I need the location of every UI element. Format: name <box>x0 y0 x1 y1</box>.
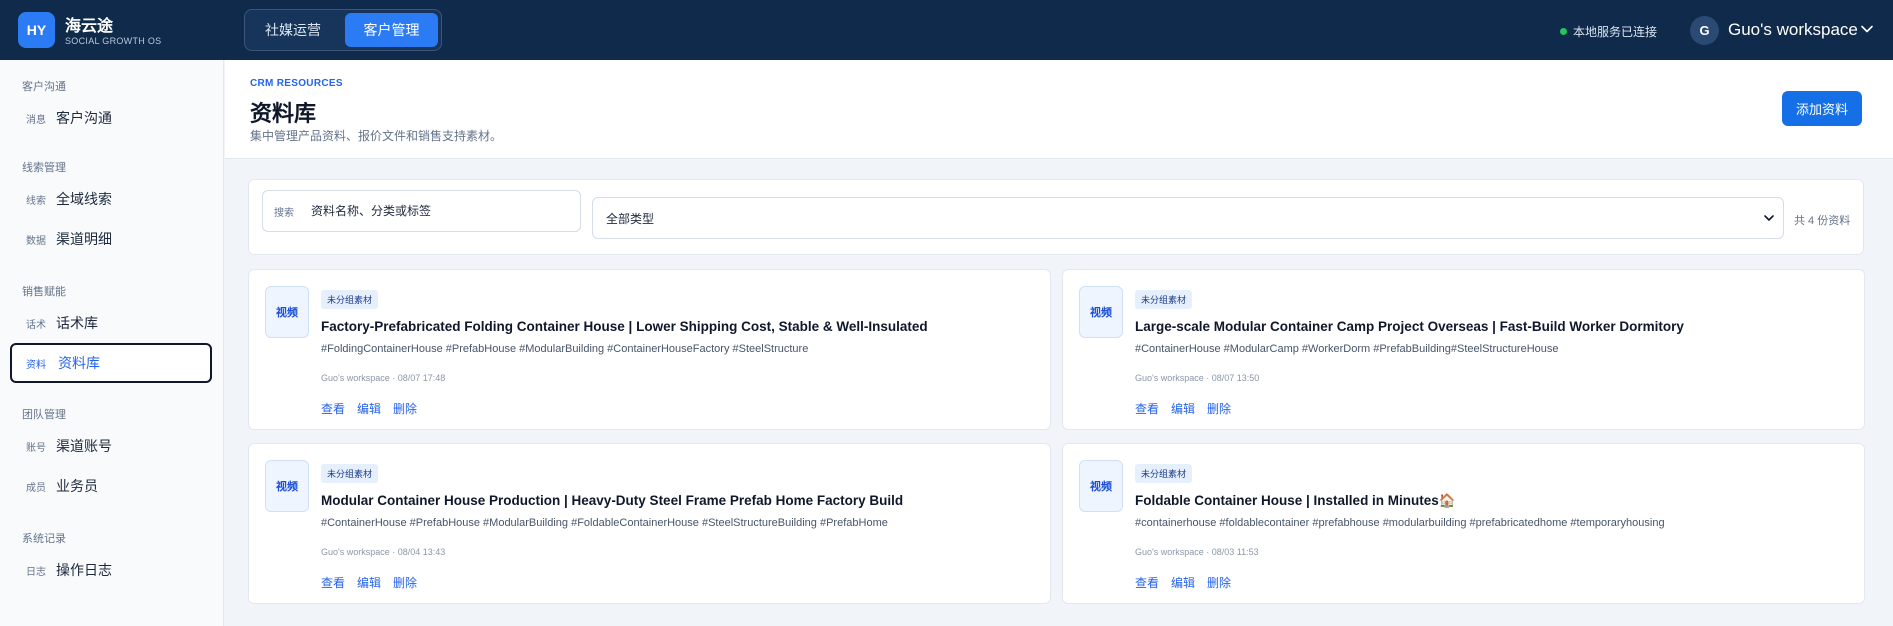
chevron-down-icon <box>1764 215 1774 221</box>
page-eyebrow: CRM RESOURCES <box>250 78 343 89</box>
page-header: CRM RESOURCES 资料库 集中管理产品资料、报价文件和销售支持素材。 … <box>225 60 1893 159</box>
sidebar-item-tag: 话术 <box>26 319 46 331</box>
delete-button[interactable]: 删除 <box>1207 400 1231 417</box>
search-label: 搜索 <box>274 207 294 219</box>
resource-meta: Guo's workspace · 08/07 17:48 <box>321 373 446 383</box>
sidebar-item-label: 操作日志 <box>56 562 112 578</box>
sidebar-item-tag: 日志 <box>26 566 46 578</box>
sidebar-item-label: 客户沟通 <box>56 110 112 126</box>
card-actions: 查看 编辑 删除 <box>321 400 417 417</box>
video-badge: 视频 <box>265 286 309 338</box>
add-resource-button[interactable]: 添加资料 <box>1782 91 1862 126</box>
delete-button[interactable]: 删除 <box>393 574 417 591</box>
video-badge: 视频 <box>1079 286 1123 338</box>
sidebar-item-tag: 资料 <box>26 359 46 371</box>
sidebar: 客户沟通 消息 客户沟通 线索管理 线索 全域线索 数据 渠道明细 销售赋能 话… <box>0 60 224 626</box>
sidebar-item-tag: 消息 <box>26 114 46 126</box>
workspace-avatar[interactable]: G <box>1690 16 1719 45</box>
delete-button[interactable]: 删除 <box>1207 574 1231 591</box>
resource-title: Factory-Prefabricated Folding Container … <box>321 319 928 334</box>
sidebar-item-channel-accounts[interactable]: 账号 渠道账号 <box>10 426 212 466</box>
chevron-down-icon[interactable] <box>1860 22 1874 36</box>
mode-crm-button[interactable]: 客户管理 <box>345 13 438 47</box>
mode-switch: 社媒运营 客户管理 <box>244 9 442 51</box>
brand-name: 海云途 <box>65 18 114 35</box>
edit-button[interactable]: 编辑 <box>357 400 381 417</box>
group-tag: 未分组素材 <box>321 290 379 309</box>
sidebar-item-label: 渠道账号 <box>56 438 112 454</box>
resource-tags: #containerhouse #foldablecontainer #pref… <box>1135 517 1665 529</box>
sidebar-item-operation-log[interactable]: 日志 操作日志 <box>10 550 212 590</box>
app-logo[interactable]: HY <box>18 12 55 48</box>
type-select[interactable]: 全部类型 <box>592 197 1784 239</box>
group-tag: 未分组素材 <box>1135 290 1193 309</box>
page-title: 资料库 <box>250 101 317 126</box>
sidebar-item-script-library[interactable]: 话术 话术库 <box>10 303 212 343</box>
group-tag: 未分组素材 <box>321 464 379 483</box>
workspace-name[interactable]: Guo's workspace <box>1728 20 1858 40</box>
video-badge: 视频 <box>265 460 309 512</box>
sidebar-item-tag: 成员 <box>26 482 46 494</box>
sidebar-item-salespeople[interactable]: 成员 业务员 <box>10 466 212 506</box>
edit-button[interactable]: 编辑 <box>1171 400 1195 417</box>
brand-subtitle: SOCIAL GROWTH OS <box>65 36 162 46</box>
resource-count: 共 4 份资料 <box>1794 215 1851 227</box>
sidebar-section-title: 团队管理 <box>22 409 66 421</box>
filter-bar: 搜索 全部类型 共 4 份资料 <box>248 179 1864 255</box>
resource-tags: #ContainerHouse #PrefabHouse #ModularBui… <box>321 517 888 529</box>
sidebar-item-label: 全域线索 <box>56 191 112 207</box>
sidebar-item-label: 话术库 <box>56 315 98 331</box>
resource-title: Large-scale Modular Container Camp Proje… <box>1135 319 1684 334</box>
resource-card: 视频 未分组素材 Large-scale Modular Container C… <box>1062 269 1865 430</box>
resource-title: Foldable Container House | Installed in … <box>1135 493 1456 508</box>
group-tag: 未分组素材 <box>1135 464 1193 483</box>
sidebar-section-title: 客户沟通 <box>22 81 66 93</box>
search-input[interactable] <box>311 204 561 218</box>
resource-tags: #ContainerHouse #ModularCamp #WorkerDorm… <box>1135 343 1559 355</box>
delete-button[interactable]: 删除 <box>393 400 417 417</box>
view-button[interactable]: 查看 <box>1135 574 1159 591</box>
status-dot-icon <box>1560 28 1567 35</box>
sidebar-item-tag: 数据 <box>26 235 46 247</box>
resource-card: 视频 未分组素材 Modular Container House Product… <box>248 443 1051 604</box>
card-actions: 查看 编辑 删除 <box>321 574 417 591</box>
sidebar-item-label: 渠道明细 <box>56 231 112 247</box>
video-badge: 视频 <box>1079 460 1123 512</box>
resource-meta: Guo's workspace · 08/07 13:50 <box>1135 373 1260 383</box>
card-actions: 查看 编辑 删除 <box>1135 574 1231 591</box>
resource-meta: Guo's workspace · 08/03 11:53 <box>1135 547 1259 557</box>
sidebar-item-all-leads[interactable]: 线索 全域线索 <box>10 179 212 219</box>
connection-status: 本地服务已连接 <box>1560 23 1657 40</box>
sidebar-item-label: 资料库 <box>58 355 100 371</box>
resource-meta: Guo's workspace · 08/04 13:43 <box>321 547 446 557</box>
mode-social-button[interactable]: 社媒运营 <box>249 13 337 47</box>
resource-card: 视频 未分组素材 Factory-Prefabricated Folding C… <box>248 269 1051 430</box>
resource-title: Modular Container House Production | Hea… <box>321 493 904 508</box>
sidebar-item-customer-chat[interactable]: 消息 客户沟通 <box>10 98 212 138</box>
top-bar: HY 海云途 SOCIAL GROWTH OS 社媒运营 客户管理 本地服务已连… <box>0 0 1893 60</box>
view-button[interactable]: 查看 <box>1135 400 1159 417</box>
edit-button[interactable]: 编辑 <box>357 574 381 591</box>
card-actions: 查看 编辑 删除 <box>1135 400 1231 417</box>
resource-tags: #FoldingContainerHouse #PrefabHouse #Mod… <box>321 343 809 355</box>
status-text: 本地服务已连接 <box>1573 25 1658 39</box>
sidebar-section-title: 销售赋能 <box>22 286 66 298</box>
sidebar-section-title: 系统记录 <box>22 533 66 545</box>
resource-card: 视频 未分组素材 Foldable Container House | Inst… <box>1062 443 1865 604</box>
sidebar-item-tag: 线索 <box>26 195 46 207</box>
sidebar-section-title: 线索管理 <box>22 162 66 174</box>
edit-button[interactable]: 编辑 <box>1171 574 1195 591</box>
view-button[interactable]: 查看 <box>321 574 345 591</box>
type-select-value: 全部类型 <box>606 211 655 226</box>
sidebar-item-tag: 账号 <box>26 442 46 454</box>
sidebar-item-label: 业务员 <box>56 478 98 494</box>
page-subtitle: 集中管理产品资料、报价文件和销售支持素材。 <box>250 129 503 143</box>
sidebar-item-resource-library[interactable]: 资料 资料库 <box>10 343 212 383</box>
sidebar-item-channel-details[interactable]: 数据 渠道明细 <box>10 219 212 259</box>
search-box: 搜索 <box>262 190 581 232</box>
view-button[interactable]: 查看 <box>321 400 345 417</box>
